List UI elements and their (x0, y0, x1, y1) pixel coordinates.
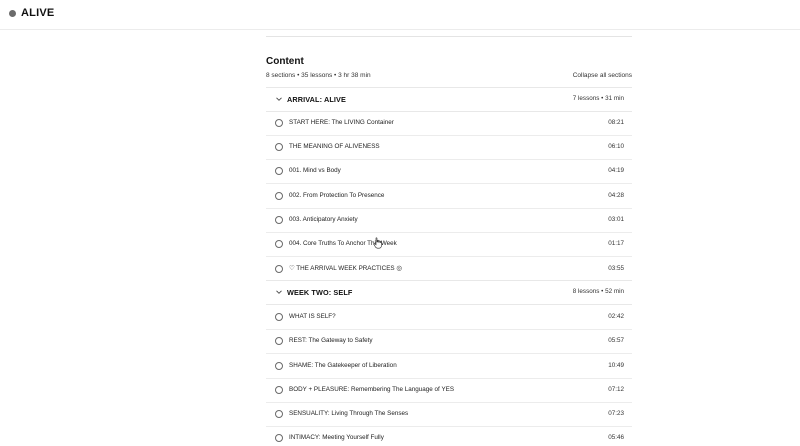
lesson-status-circle-icon[interactable] (275, 410, 283, 418)
lesson-title: 003. Anticipatory Anxiety (289, 216, 358, 223)
lesson-row[interactable]: 004. Core Truths To Anchor This Week 01:… (266, 232, 632, 257)
course-summary: 8 sections • 35 lessons • 3 hr 38 min (266, 72, 371, 79)
lesson-row[interactable]: BODY + PLEASURE: Remembering The Languag… (266, 378, 632, 403)
lesson-title: WHAT IS SELF? (289, 313, 336, 320)
top-bar: ALIVE (0, 0, 800, 28)
lesson-duration: 04:28 (608, 192, 624, 199)
lesson-row[interactable]: 002. From Protection To Presence 04:28 (266, 184, 632, 209)
lesson-duration: 07:12 (608, 386, 624, 393)
lesson-title: REST: The Gateway to Safety (289, 337, 373, 344)
lesson-row[interactable]: SENSUALITY: Living Through The Senses 07… (266, 402, 632, 427)
lesson-title: SHAME: The Gatekeeper of Liberation (289, 362, 397, 369)
lesson-status-circle-icon[interactable] (275, 362, 283, 370)
lesson-duration: 07:23 (608, 410, 624, 417)
section-header-arrival[interactable]: ARRIVAL: ALIVE 7 lessons • 31 min (266, 87, 632, 112)
lesson-duration: 05:57 (608, 337, 624, 344)
lesson-row[interactable]: 003. Anticipatory Anxiety 03:01 (266, 208, 632, 233)
lesson-duration: 05:46 (608, 434, 624, 441)
lesson-duration: 02:42 (608, 313, 624, 320)
content-divider (266, 36, 632, 37)
lesson-row[interactable]: REST: The Gateway to Safety 05:57 (266, 329, 632, 354)
content-meta-row: 8 sections • 35 lessons • 3 hr 38 min Co… (266, 70, 632, 84)
lesson-title: INTIMACY: Meeting Yourself Fully (289, 434, 384, 441)
lesson-status-circle-icon[interactable] (275, 434, 283, 442)
lesson-row[interactable]: SHAME: The Gatekeeper of Liberation 10:4… (266, 354, 632, 379)
lesson-status-circle-icon[interactable] (275, 265, 283, 273)
section-info: 8 lessons • 52 min (572, 288, 624, 295)
section-header-week-two[interactable]: WEEK TWO: SELF 8 lessons • 52 min (266, 280, 632, 305)
lesson-duration: 10:49 (608, 362, 624, 369)
chevron-down-icon (276, 290, 282, 294)
lesson-status-circle-icon[interactable] (275, 119, 283, 127)
lesson-row[interactable]: WHAT IS SELF? 02:42 (266, 305, 632, 330)
brand[interactable]: ALIVE (9, 7, 54, 19)
lesson-duration: 03:55 (608, 265, 624, 272)
lesson-title: BODY + PLEASURE: Remembering The Languag… (289, 386, 455, 393)
hand-cursor-icon (373, 237, 382, 249)
lesson-status-circle-icon[interactable] (275, 386, 283, 394)
section-title: ARRIVAL: ALIVE (287, 95, 346, 104)
lesson-row[interactable]: INTIMACY: Meeting Yourself Fully 05:46 (266, 426, 632, 445)
lesson-status-circle-icon[interactable] (275, 192, 283, 200)
lesson-title: START HERE: The LIVING Container (289, 119, 394, 126)
lesson-row[interactable]: 001. Mind vs Body 04:19 (266, 159, 632, 184)
lesson-status-circle-icon[interactable] (275, 313, 283, 321)
lesson-status-circle-icon[interactable] (275, 216, 283, 224)
chevron-down-icon (276, 97, 282, 101)
lesson-title: 002. From Protection To Presence (289, 192, 385, 199)
lesson-duration: 08:21 (608, 119, 624, 126)
lesson-row[interactable]: START HERE: The LIVING Container 08:21 (266, 111, 632, 136)
lesson-duration: 03:01 (608, 216, 624, 223)
lesson-status-circle-icon[interactable] (275, 167, 283, 175)
collapse-all-button[interactable]: Collapse all sections (573, 72, 632, 79)
lesson-row[interactable]: THE MEANING OF ALIVENESS 06:10 (266, 135, 632, 160)
lesson-status-circle-icon[interactable] (275, 143, 283, 151)
brand-logo-icon (9, 9, 16, 17)
brand-name: ALIVE (21, 7, 55, 19)
section-title: WEEK TWO: SELF (287, 288, 353, 297)
content-header: Content 8 sections • 35 lessons • 3 hr 3… (266, 55, 632, 84)
lesson-row[interactable]: ♡ THE ARRIVAL WEEK PRACTICES ◎ 03:55 (266, 257, 632, 282)
content-title: Content (266, 56, 304, 67)
lesson-status-circle-icon[interactable] (275, 240, 283, 248)
lesson-title: 001. Mind vs Body (289, 167, 341, 174)
lesson-duration: 01:17 (608, 240, 624, 247)
lesson-title: ♡ THE ARRIVAL WEEK PRACTICES ◎ (289, 265, 402, 272)
lesson-title: THE MEANING OF ALIVENESS (289, 143, 380, 150)
section-info: 7 lessons • 31 min (572, 95, 624, 102)
lesson-duration: 06:10 (608, 143, 624, 150)
lesson-status-circle-icon[interactable] (275, 337, 283, 345)
top-divider (0, 29, 800, 30)
lesson-duration: 04:19 (608, 167, 624, 174)
lesson-title: SENSUALITY: Living Through The Senses (289, 410, 409, 417)
